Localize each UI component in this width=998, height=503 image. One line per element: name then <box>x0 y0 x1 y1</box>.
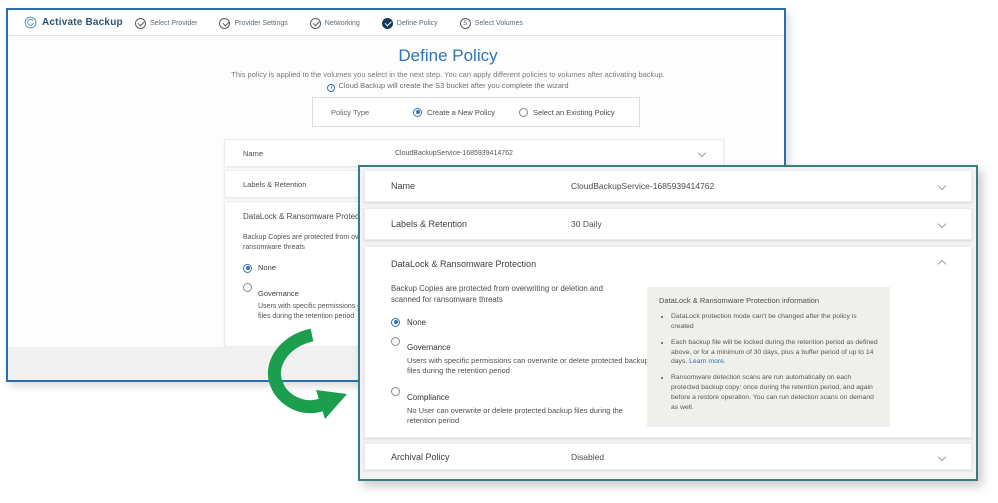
row-label: Name <box>391 181 416 191</box>
policy-type-label: Policy Type <box>331 107 370 117</box>
step-define-policy[interactable]: Define Policy <box>381 17 438 29</box>
radio-create-new-policy[interactable]: Create a New Policy <box>413 107 495 117</box>
option-label: None <box>407 317 427 327</box>
step-select-volumes[interactable]: 5 Select Volumes <box>459 17 523 29</box>
option-label: Compliance <box>407 392 450 402</box>
row-value: 30 Daily <box>571 219 602 229</box>
radio-icon[interactable] <box>391 386 400 396</box>
wizard-logo: Activate Backup <box>24 16 123 29</box>
row-value: CloudBackupService-1685939414762 <box>571 181 715 191</box>
info-bullet-text: DataLock protection mode can't be change… <box>671 313 857 330</box>
radio-icon[interactable] <box>518 107 528 117</box>
panel-row-datalock-expanded: DataLock & Ransomware Protection Backup … <box>364 246 972 438</box>
step-label: Networking <box>324 19 360 27</box>
page-title: Define Policy <box>398 46 498 65</box>
option-description: No User can overwrite or delete protecte… <box>407 405 623 426</box>
radio-label: Create a New Policy <box>427 107 495 117</box>
check-circle-filled-icon <box>381 17 393 29</box>
info-note-text: Cloud Backup will create the S3 bucket a… <box>338 81 569 90</box>
row-value: Disabled <box>571 451 605 462</box>
radio-icon[interactable] <box>391 336 400 346</box>
datalock-description: Backup Copies are protected from overwri… <box>391 284 603 305</box>
info-bullet: Each backup file will be locked during t… <box>671 338 878 368</box>
step-label: Provider Settings <box>234 19 288 27</box>
panel-row-name[interactable]: Name CloudBackupService-1685939414762 <box>364 170 972 202</box>
option-label: Governance <box>258 288 299 298</box>
accordion-row-name[interactable]: Name CloudBackupService-1685939414762 <box>224 139 724 167</box>
info-box-bullets: DataLock protection mode can't be change… <box>659 312 878 413</box>
page-subtitle: This policy is applied to the volumes yo… <box>231 70 665 79</box>
step-provider-settings[interactable]: Provider Settings <box>219 17 288 29</box>
policy-detail-zoom-panel: Name CloudBackupService-1685939414762 La… <box>358 165 978 481</box>
app-title: Activate Backup <box>42 17 123 28</box>
datalock-info-box: DataLock & Ransomware Protection informa… <box>647 287 890 427</box>
info-bullet-text: Ransomware detection scans are run autom… <box>671 374 874 411</box>
panel-row-archival-policy[interactable]: Archival Policy Disabled <box>364 443 972 470</box>
check-circle-icon <box>219 17 231 29</box>
radio-selected-icon[interactable] <box>413 107 422 117</box>
chevron-down-icon[interactable] <box>937 452 947 461</box>
radio-selected-icon[interactable] <box>391 317 400 327</box>
step-label: Select Provider <box>150 19 198 27</box>
chevron-down-icon[interactable] <box>937 219 947 229</box>
row-label: Name <box>243 148 264 158</box>
radio-label: Select an Existing Policy <box>532 107 615 117</box>
policy-type-box: Policy Type Create a New Policy Select a… <box>312 97 640 127</box>
zoom-callout-arrow-icon <box>267 328 347 419</box>
step-label: Define Policy <box>396 19 438 27</box>
row-label: Labels & Retention <box>391 219 468 229</box>
datalock-title: DataLock & Ransomware Protection <box>391 259 537 269</box>
step-label: Select Volumes <box>474 19 523 27</box>
info-box-title: DataLock & Ransomware Protection informa… <box>659 296 820 305</box>
chevron-down-icon[interactable] <box>697 148 707 158</box>
step-number-icon: 5 <box>459 17 471 29</box>
check-circle-icon <box>309 17 321 29</box>
wizard-steps: Select Provider Provider Settings Networ… <box>135 10 523 36</box>
panel-row-labels-retention[interactable]: Labels & Retention 30 Daily <box>364 208 972 240</box>
step-networking[interactable]: Networking <box>309 17 360 29</box>
info-bullet: Ransomware detection scans are run autom… <box>671 373 878 412</box>
info-bullet: DataLock protection mode can't be change… <box>671 312 878 332</box>
radio-icon[interactable] <box>243 283 252 293</box>
activate-backup-icon <box>24 16 37 29</box>
radio-select-existing-policy[interactable]: Select an Existing Policy <box>518 107 615 117</box>
info-icon <box>327 84 336 92</box>
option-label: Governance <box>407 342 451 352</box>
row-label: Archival Policy <box>391 451 450 462</box>
check-circle-icon <box>135 17 146 29</box>
chevron-down-icon[interactable] <box>937 181 947 191</box>
datalock-header[interactable]: DataLock & Ransomware Protection <box>391 259 947 269</box>
step-select-provider[interactable]: Select Provider <box>135 17 198 29</box>
page-info-note: Cloud Backup will create the S3 bucket a… <box>108 81 788 92</box>
option-description: Users with specific permissions can over… <box>407 355 649 376</box>
chevron-up-icon[interactable] <box>937 259 947 269</box>
learn-more-link[interactable]: Learn more. <box>689 358 726 365</box>
option-label: None <box>258 263 276 273</box>
radio-selected-icon[interactable] <box>243 263 252 273</box>
wizard-header: Activate Backup Select Provider Provider… <box>8 10 784 36</box>
row-value: CloudBackupService-1685939414762 <box>395 149 513 157</box>
